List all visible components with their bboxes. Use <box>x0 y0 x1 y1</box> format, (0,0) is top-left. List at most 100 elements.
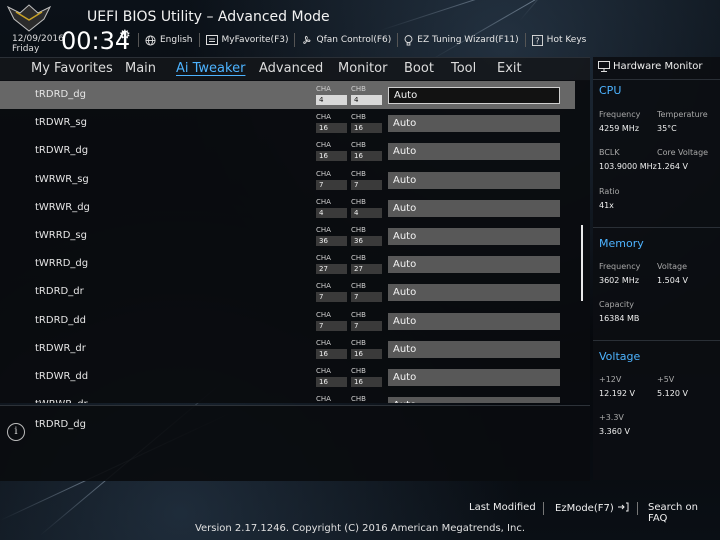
header: UEFI BIOS Utility – Advanced Mode 12/09/… <box>0 0 720 57</box>
hardware-monitor-header: Hardware Monitor <box>593 57 720 80</box>
bclk-value: 103.9000 MHz <box>599 162 657 171</box>
scrollbar[interactable] <box>581 225 583 301</box>
date-display: 12/09/2016 Friday <box>12 34 64 54</box>
setting-row[interactable]: tWRWR_dg CHA 4 CHB 4 Auto <box>0 194 575 222</box>
channel-b-label: CHB <box>351 113 366 122</box>
cpu-temperature-label: Temperature <box>657 110 708 119</box>
capacity-value: 16384 MB <box>599 314 640 323</box>
channel-a-label: CHA <box>316 338 331 347</box>
channel-a-readout: CHA <box>316 395 350 403</box>
setting-row[interactable]: tRDWR_sg CHA 16 CHB 16 Auto <box>0 109 575 137</box>
channel-a-value: 36 <box>316 236 347 246</box>
channel-a-readout: CHA 16 <box>316 367 350 387</box>
menu-boot[interactable]: Boot <box>404 61 434 76</box>
tuf-logo <box>6 3 52 33</box>
channel-b-readout: CHB 16 <box>351 367 385 387</box>
channel-a-value: 27 <box>316 264 347 275</box>
setting-row[interactable]: tRDWR_dg CHA 16 CHB 16 Auto <box>0 137 575 165</box>
myfavorite-button[interactable]: MyFavorite(F3) <box>198 33 295 47</box>
setting-value-field[interactable]: Auto <box>388 340 560 358</box>
setting-value-field[interactable]: Auto <box>388 115 560 133</box>
core-voltage-label: Core Voltage <box>657 148 709 157</box>
channel-a-label: CHA <box>316 113 331 122</box>
memory-frequency-label: Frequency <box>599 262 641 271</box>
setting-label: tWRWR_dr <box>35 399 88 403</box>
setting-row[interactable]: tRDRD_dg CHA 4 CHB 4 Auto <box>0 81 575 109</box>
v5-value: 5.120 V <box>657 389 688 398</box>
channel-a-readout: CHA 7 <box>316 311 350 331</box>
channel-a-label: CHA <box>316 254 331 263</box>
setting-row[interactable]: tWRWR_sg CHA 7 CHB 7 Auto <box>0 166 575 194</box>
channel-b-label: CHB <box>351 338 366 347</box>
channel-b-readout: CHB <box>351 395 385 403</box>
setting-label: tWRWR_sg <box>35 173 89 185</box>
info-icon: i <box>7 423 25 441</box>
qfan-control-button[interactable]: Qfan Control(F6) <box>294 33 397 47</box>
setting-row[interactable]: tWRWR_dr CHA CHB Auto <box>0 391 575 403</box>
setting-value-field[interactable]: Auto <box>388 397 560 403</box>
menu-main[interactable]: Main <box>125 61 156 76</box>
v12-value: 12.192 V <box>599 389 636 398</box>
menu-tool[interactable]: Tool <box>451 61 476 76</box>
memory-voltage-label: Voltage <box>657 262 688 271</box>
channel-b-readout: CHB 16 <box>351 113 385 134</box>
channel-a-readout: CHA 16 <box>316 339 350 359</box>
channel-a-value: 7 <box>316 320 347 331</box>
channel-b-label: CHB <box>351 310 366 319</box>
menu-ai-tweaker[interactable]: Ai Tweaker <box>176 61 245 76</box>
hot-keys-label: Hot Keys <box>546 35 587 45</box>
setting-row[interactable]: tRDRD_dr CHA 7 CHB 7 Auto <box>0 278 575 306</box>
copyright-text: Version 2.17.1246. Copyright (C) 2016 Am… <box>194 523 526 534</box>
channel-b-value: 4 <box>351 207 382 218</box>
setting-value-field[interactable]: Auto <box>388 143 560 161</box>
ezmode-label: EzMode(F7) <box>555 503 614 514</box>
channel-a-value: 16 <box>316 377 347 387</box>
ez-tuning-label: EZ Tuning Wizard(F11) <box>417 35 519 45</box>
setting-row[interactable]: tRDWR_dr CHA 16 CHB 16 Auto <box>0 335 575 363</box>
setting-label: tRDWR_dd <box>35 371 89 382</box>
setting-value-field[interactable]: Auto <box>388 171 560 189</box>
menu-advanced[interactable]: Advanced <box>259 61 323 76</box>
menu-my-favorites[interactable]: My Favorites <box>31 61 113 76</box>
menu-exit[interactable]: Exit <box>497 61 522 76</box>
menu-monitor[interactable]: Monitor <box>338 61 387 76</box>
channel-a-readout: CHA 16 <box>316 141 350 162</box>
voltage-heading: Voltage <box>599 350 641 363</box>
setting-label: tWRRD_sg <box>35 230 87 241</box>
channel-b-label: CHB <box>351 141 366 150</box>
setting-value-field[interactable]: Auto <box>388 256 560 274</box>
date-text: 12/09/2016 <box>12 34 64 44</box>
setting-value-field[interactable]: Auto <box>388 199 560 217</box>
channel-b-readout: CHB 7 <box>351 311 385 331</box>
setting-row[interactable]: tWRRD_dg CHA 27 CHB 27 Auto <box>0 250 575 278</box>
last-modified-button[interactable]: Last Modified <box>469 502 536 513</box>
setting-value-field[interactable]: Auto <box>388 312 560 330</box>
channel-a-label: CHA <box>316 197 331 206</box>
channel-a-readout: CHA 16 <box>316 113 350 134</box>
channel-a-value: 4 <box>316 207 347 218</box>
setting-row[interactable]: tRDWR_dd CHA 16 CHB 16 Auto <box>0 363 575 391</box>
search-faq-button[interactable]: Search on FAQ <box>648 502 720 524</box>
section-divider <box>593 227 720 228</box>
channel-a-value: 7 <box>316 292 347 303</box>
language-button[interactable]: English <box>138 33 199 47</box>
monitor-icon <box>598 61 610 72</box>
cpu-frequency-label: Frequency <box>599 110 641 119</box>
ezmode-button[interactable]: EzMode(F7) <box>555 502 629 514</box>
setting-value-field[interactable]: Auto <box>388 87 560 104</box>
setting-value-field[interactable]: Auto <box>388 369 560 386</box>
ez-tuning-wizard-button[interactable]: EZ Tuning Wizard(F11) <box>397 33 524 47</box>
channel-b-readout: CHB 16 <box>351 339 385 359</box>
myfavorite-label: MyFavorite(F3) <box>221 35 289 45</box>
setting-value-field[interactable]: Auto <box>388 228 560 245</box>
setting-row[interactable]: tRDRD_dd CHA 7 CHB 7 Auto <box>0 307 575 335</box>
svg-text:?: ? <box>535 35 539 45</box>
setting-value-field[interactable]: Auto <box>388 284 560 302</box>
channel-b-value: 27 <box>351 264 382 275</box>
channel-a-label: CHA <box>316 141 331 150</box>
channel-a-readout: CHA 7 <box>316 170 350 190</box>
hot-keys-button[interactable]: ? Hot Keys <box>524 33 593 47</box>
gear-icon[interactable]: ⚙ <box>119 28 131 43</box>
setting-row[interactable]: tWRRD_sg CHA 36 CHB 36 Auto <box>0 222 575 250</box>
memory-frequency-value: 3602 MHz <box>599 276 640 285</box>
